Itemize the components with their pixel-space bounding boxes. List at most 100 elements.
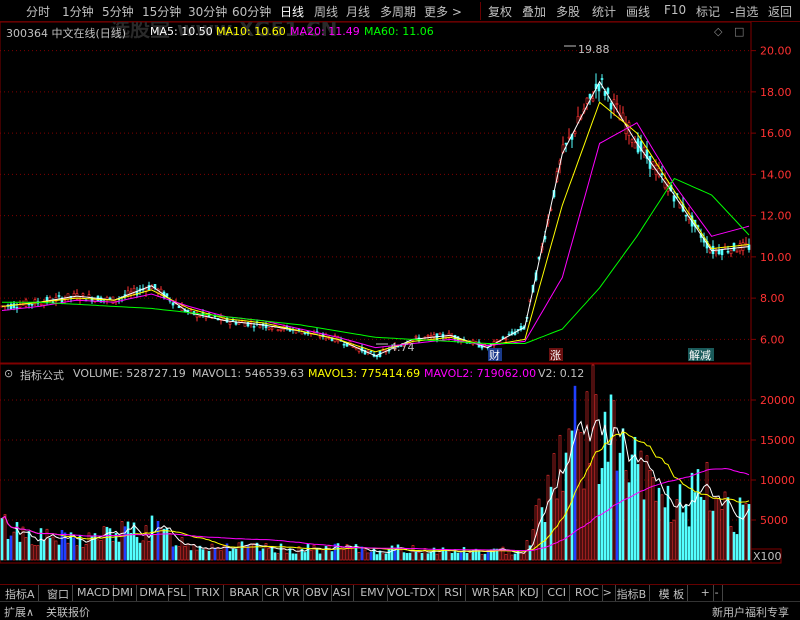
draw-line-button[interactable]: 画线 bbox=[626, 3, 650, 20]
volume-bar bbox=[567, 428, 571, 561]
candle-body bbox=[57, 295, 61, 297]
volume-bar bbox=[693, 492, 697, 561]
volume-bar bbox=[54, 540, 58, 561]
tab-multi-period[interactable]: 多周期 bbox=[380, 3, 416, 20]
volume-bar bbox=[135, 536, 139, 561]
chart-area[interactable]: 选股宝 www.XG51.CN 20.00 18.00 16.00 14.00 12.0… bbox=[0, 17, 800, 582]
volume-bar bbox=[402, 552, 406, 561]
indicator-tab-11[interactable]: ASI bbox=[330, 585, 355, 602]
volume-bar bbox=[375, 554, 379, 561]
tab-1min[interactable]: 1分钟 bbox=[62, 3, 94, 20]
related-quote-button[interactable]: 关联报价 bbox=[46, 604, 90, 620]
back-button[interactable]: 返回 bbox=[768, 3, 792, 20]
mark-button[interactable]: 标记 bbox=[696, 3, 720, 20]
tab-5min[interactable]: 5分钟 bbox=[102, 3, 134, 20]
tab-fenshi[interactable]: 分时 bbox=[26, 3, 50, 20]
volume-bar bbox=[201, 549, 205, 561]
volume-tick-label: 15000 bbox=[760, 434, 795, 447]
mavol1-value: MAVOL1: 546539.63 bbox=[192, 367, 305, 380]
volume-bar bbox=[630, 454, 634, 561]
tab-15min[interactable]: 15分钟 bbox=[142, 3, 181, 20]
tab-30min[interactable]: 30分钟 bbox=[188, 3, 227, 20]
volume-bar bbox=[159, 527, 163, 561]
indicator-tab-8[interactable]: CR bbox=[261, 585, 284, 602]
kline-chart[interactable]: 选股宝 www.XG51.CN 20.0018.0016.0014.0012.0… bbox=[0, 17, 800, 582]
indicator-tab-5[interactable]: FSL bbox=[164, 585, 191, 602]
volume-bar bbox=[210, 543, 214, 561]
candle-body bbox=[741, 242, 745, 251]
tab-more[interactable]: 更多 > bbox=[424, 3, 462, 20]
indicator-dropdown-icon[interactable]: ⊙ bbox=[4, 367, 13, 380]
watchlist-button[interactable]: -自选 bbox=[730, 3, 758, 20]
indicator-tab-9[interactable]: VR bbox=[282, 585, 304, 602]
candle-body bbox=[252, 325, 256, 328]
candle-body bbox=[318, 335, 322, 338]
volume-bar bbox=[120, 521, 124, 561]
volume-bar bbox=[309, 550, 313, 561]
indicator-tab-3[interactable]: DMI bbox=[109, 585, 138, 602]
indicator-tab-1[interactable]: 窗口 bbox=[44, 585, 73, 602]
volume-bar bbox=[654, 500, 658, 561]
volume-bar bbox=[306, 543, 310, 561]
indicator-tab-19[interactable]: ROC bbox=[572, 585, 603, 602]
tab-monthly[interactable]: 月线 bbox=[346, 3, 370, 20]
volume-bar bbox=[177, 546, 181, 561]
tab-weekly[interactable]: 周线 bbox=[314, 3, 338, 20]
restore-rights-button[interactable]: 复权 bbox=[488, 3, 512, 20]
volume-bar bbox=[381, 553, 385, 561]
indicator-tab-16[interactable]: SAR bbox=[489, 585, 519, 602]
diamond-icon[interactable]: ◇ bbox=[714, 25, 722, 38]
volume-bar bbox=[315, 548, 319, 561]
indicator-tab-14[interactable]: RSI bbox=[441, 585, 467, 602]
indicator-tab-12[interactable]: EMV bbox=[357, 585, 389, 602]
candle-body bbox=[87, 294, 91, 298]
indicator-tab-17[interactable]: KDJ bbox=[517, 585, 543, 602]
candle-body bbox=[303, 332, 307, 335]
volume-bar bbox=[435, 553, 439, 561]
overlay-button[interactable]: 叠加 bbox=[522, 3, 546, 20]
volume-bar bbox=[696, 469, 700, 561]
multi-stock-button[interactable]: 多股 bbox=[556, 3, 580, 20]
square-icon[interactable]: □ bbox=[734, 25, 744, 38]
volume-bar bbox=[126, 521, 130, 561]
price-tick-label: 16.00 bbox=[760, 127, 792, 140]
volume-bar bbox=[450, 553, 454, 561]
candle-body bbox=[15, 306, 19, 309]
volume-bar bbox=[426, 553, 430, 561]
ma60-line bbox=[2, 177, 750, 344]
indicator-tab-22[interactable]: 模 板 bbox=[656, 585, 689, 602]
volume-bar bbox=[339, 547, 343, 561]
volume-bar bbox=[738, 497, 742, 561]
indicator-tab-0[interactable]: 指标A bbox=[2, 585, 39, 602]
volume-bar bbox=[330, 551, 334, 561]
volume-bar bbox=[192, 544, 196, 561]
volume-bar bbox=[366, 552, 370, 561]
promo-link[interactable]: 新用户福利专享 bbox=[712, 604, 789, 620]
indicator-title[interactable]: 指标公式 bbox=[20, 367, 64, 383]
unlock-marker-label: 解减 bbox=[689, 348, 711, 362]
volume-scale-label: X100 bbox=[753, 550, 782, 563]
statistics-button[interactable]: 统计 bbox=[592, 3, 616, 20]
indicator-tab-24[interactable]: - bbox=[712, 585, 723, 602]
volume-bar bbox=[171, 546, 175, 561]
indicator-tab-18[interactable]: CCI bbox=[544, 585, 570, 602]
candle-body bbox=[267, 327, 271, 330]
volume-bar bbox=[273, 552, 277, 561]
candle-body bbox=[615, 103, 619, 105]
volume-bar bbox=[417, 551, 421, 561]
tab-60min[interactable]: 60分钟 bbox=[232, 3, 271, 20]
tab-daily[interactable]: 日线 bbox=[280, 3, 304, 20]
volume-bar bbox=[522, 553, 526, 561]
indicator-tab-7[interactable]: BRAR bbox=[226, 585, 264, 602]
f10-button[interactable]: F10 bbox=[664, 3, 686, 17]
indicator-tab-10[interactable]: OBV bbox=[302, 585, 333, 602]
expand-button[interactable]: 扩展∧ bbox=[4, 604, 34, 620]
indicator-tab-21[interactable]: 指标B bbox=[614, 585, 651, 602]
volume-bar bbox=[288, 548, 292, 561]
volume-bar bbox=[378, 550, 382, 561]
volume-bar bbox=[6, 538, 10, 561]
indicator-tab-13[interactable]: VOL-TDX bbox=[385, 585, 440, 602]
period-toolbar: 分时 1分钟 5分钟 15分钟 30分钟 60分钟 日线 周线 月线 多周期 更… bbox=[0, 0, 800, 22]
indicator-tab-6[interactable]: TRIX bbox=[192, 585, 224, 602]
volume-bar bbox=[33, 544, 37, 561]
